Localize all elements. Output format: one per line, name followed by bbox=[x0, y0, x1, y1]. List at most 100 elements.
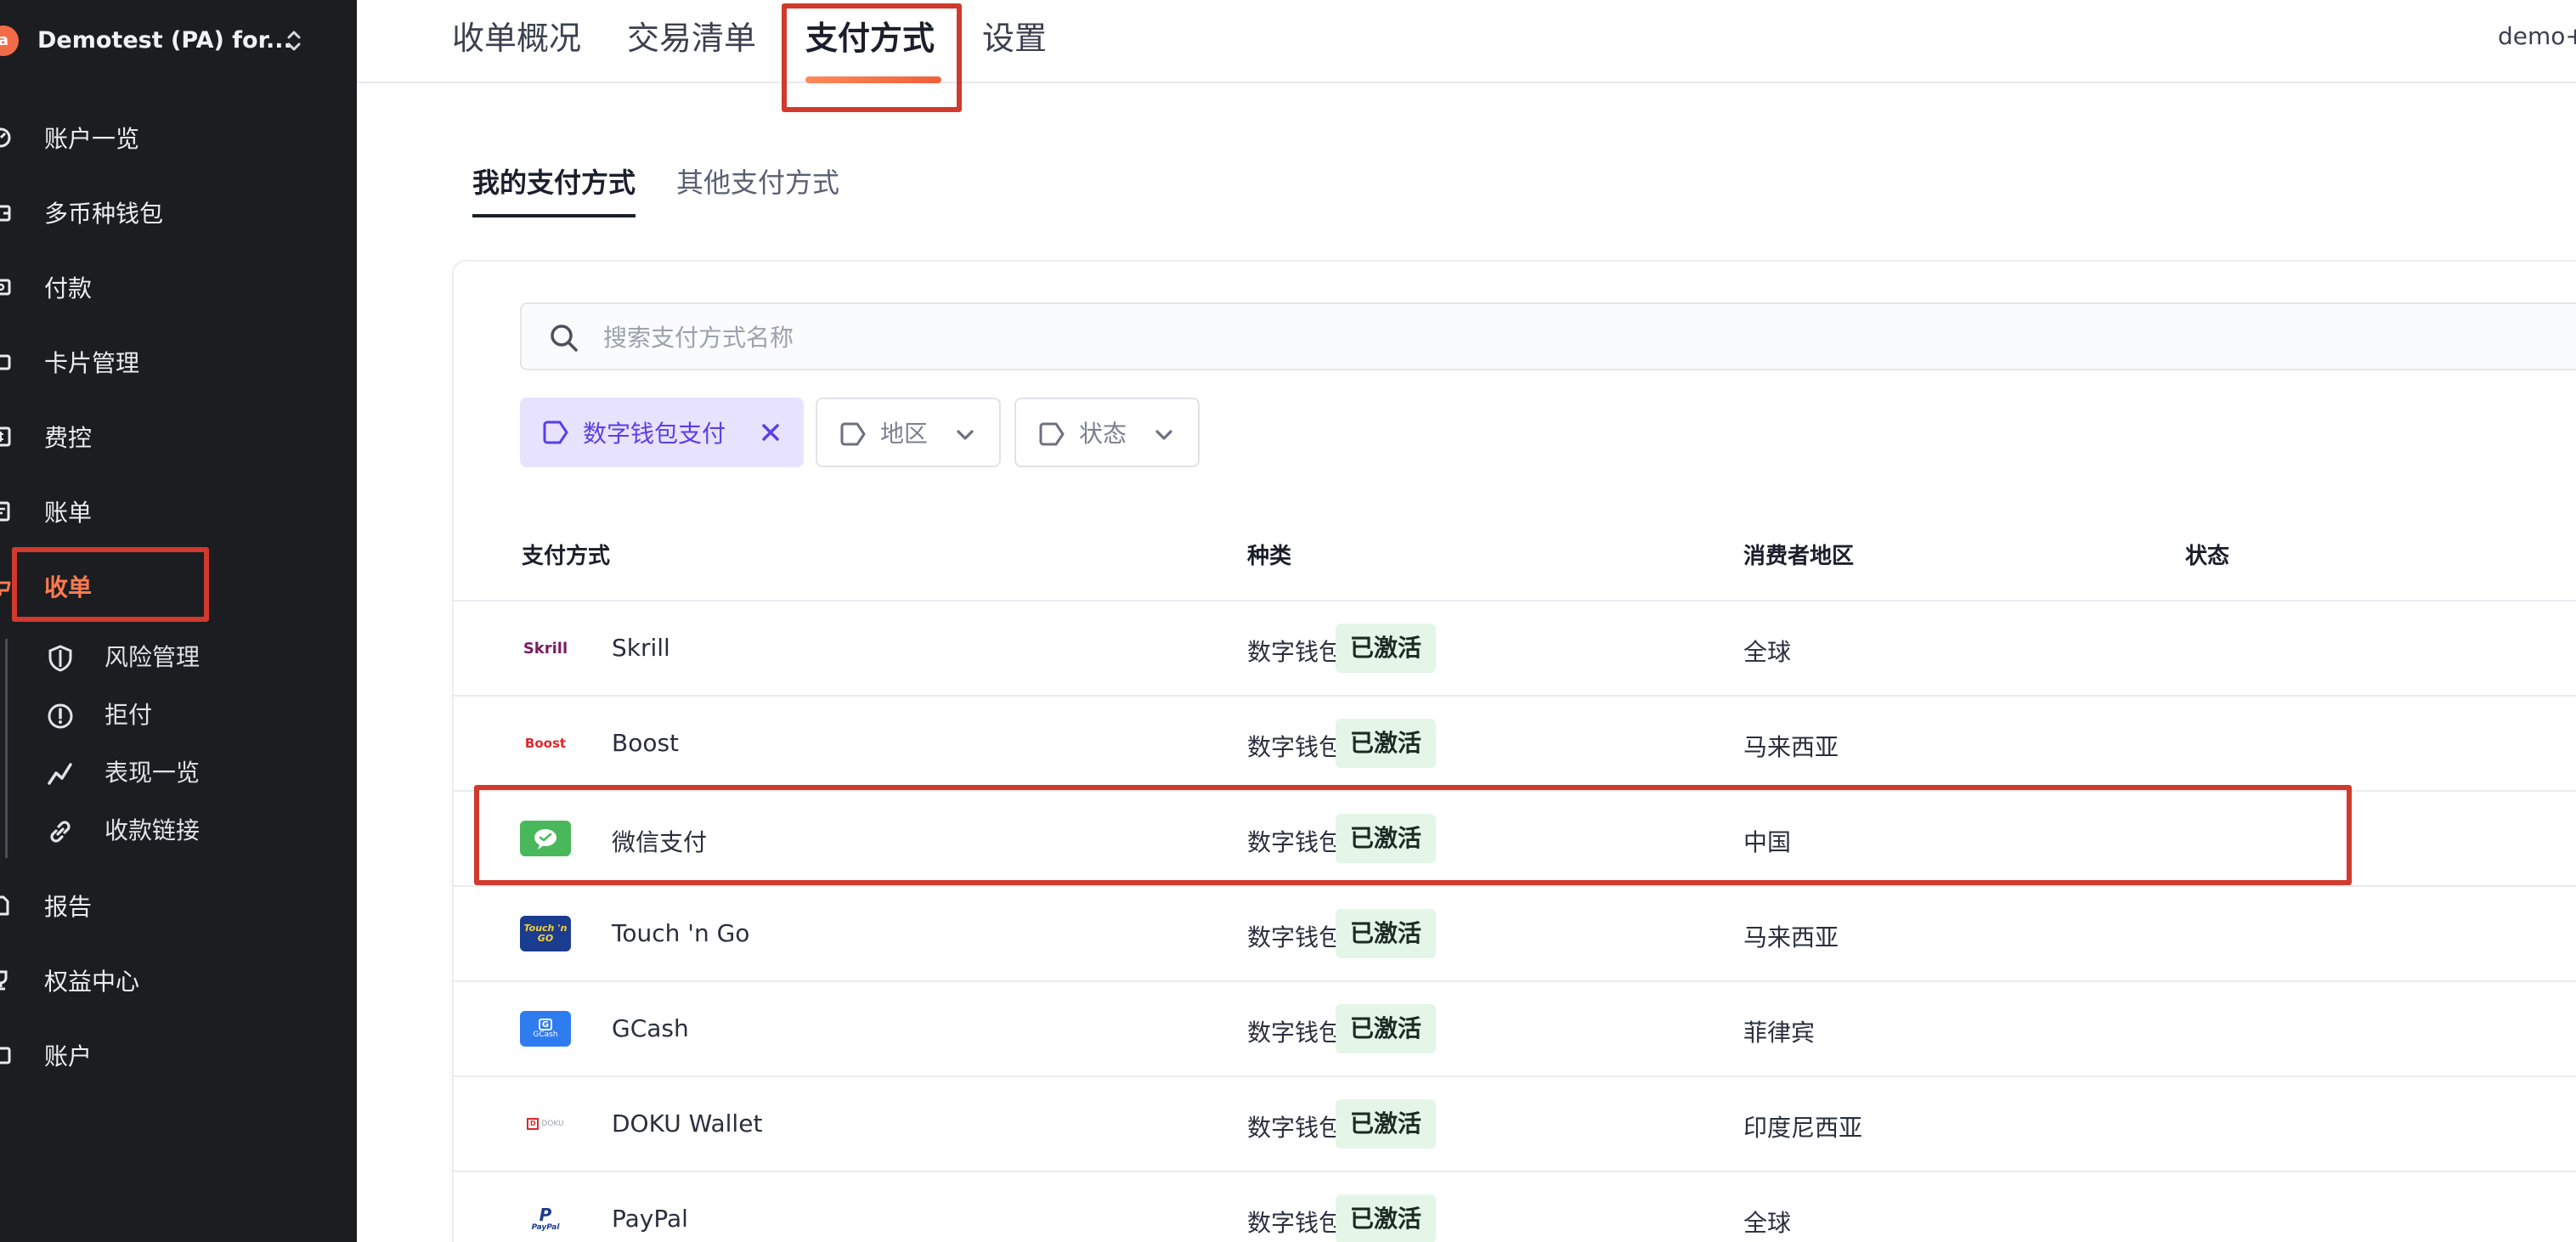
trend-icon bbox=[48, 763, 72, 785]
table-row[interactable]: P PayPal PayPal 数字钱包支付 全球 已激活 bbox=[452, 1171, 2576, 1242]
sidebar-subitem-chargeback[interactable]: 拒付 bbox=[42, 688, 331, 739]
sidebar: a Demotest (PA) for... 账户一览 多币种钱包 付款 卡片管… bbox=[0, 0, 357, 1242]
sidebar-item-wallet[interactable]: 多币种钱包 bbox=[0, 187, 340, 238]
consumer-region: 全球 bbox=[1743, 1209, 1792, 1237]
sidebar-subitem-label: 风险管理 bbox=[105, 643, 201, 671]
table-row[interactable]: Skrill Skrill 数字钱包支付 全球 已激活 bbox=[452, 600, 2576, 695]
filter-chip-label: 数字钱包支付 bbox=[583, 420, 726, 448]
sidebar-item-payout[interactable]: 付款 bbox=[0, 262, 340, 313]
gcash-logo: G GCash bbox=[520, 1011, 571, 1047]
boost-logo: Boost bbox=[520, 725, 571, 761]
org-name: Demotest (PA) for... bbox=[37, 27, 292, 54]
table-row[interactable]: D DOKU DOKU Wallet 数字钱包支付 印度尼西亚 已激活 bbox=[452, 1075, 2576, 1171]
tab-settings[interactable]: 设置 bbox=[982, 12, 1047, 59]
payment-method-name: Touch 'n Go bbox=[612, 919, 750, 947]
tag-icon bbox=[543, 421, 568, 444]
filter-dropdown-region[interactable]: 地区 bbox=[816, 398, 1001, 467]
payout-icon bbox=[0, 279, 11, 296]
alert-circle-icon bbox=[48, 703, 73, 729]
table-row[interactable]: 微信支付 数字钱包支付 中国 已激活 bbox=[452, 790, 2576, 885]
tab-payment-methods[interactable]: 支付方式 bbox=[805, 12, 935, 59]
sidebar-subitem-label: 收款链接 bbox=[105, 816, 201, 844]
paypal-logo: P PayPal bbox=[520, 1201, 571, 1237]
table-row[interactable]: Touch 'n GO Touch 'n Go 数字钱包支付 马来西亚 已激活 bbox=[452, 885, 2576, 980]
subtab-my-payment-methods[interactable]: 我的支付方式 bbox=[472, 161, 636, 200]
search-icon bbox=[551, 325, 578, 352]
tab-acquiring-overview[interactable]: 收单概况 bbox=[452, 12, 581, 59]
status-badge: 已激活 bbox=[1336, 719, 1436, 768]
status-badge: 已激活 bbox=[1336, 1194, 1436, 1242]
consumer-region: 全球 bbox=[1743, 638, 1792, 666]
consumer-region: 马来西亚 bbox=[1743, 923, 1839, 951]
skrill-logo: Skrill bbox=[520, 630, 571, 666]
acquiring-icon bbox=[0, 581, 11, 596]
sidebar-subitem-risk[interactable]: 风险管理 bbox=[42, 630, 331, 681]
status-badge: 已激活 bbox=[1336, 814, 1436, 863]
sidebar-item-label: 账户 bbox=[44, 1042, 93, 1070]
sidebar-item-label: 账单 bbox=[44, 499, 93, 527]
search-bar bbox=[520, 302, 2576, 370]
sidebar-item-dashboard[interactable]: 账户一览 bbox=[0, 112, 340, 163]
column-header-type: 种类 bbox=[1247, 544, 1292, 569]
consumer-region: 马来西亚 bbox=[1743, 733, 1839, 761]
status-badge: 已激活 bbox=[1336, 624, 1436, 673]
sidebar-item-label: 报告 bbox=[44, 893, 93, 921]
wechat-pay-logo bbox=[520, 821, 571, 856]
chevron-down-icon bbox=[1155, 430, 1172, 440]
payment-method-name: PayPal bbox=[612, 1205, 688, 1233]
org-switcher[interactable]: a Demotest (PA) for... bbox=[0, 8, 340, 65]
expense-icon bbox=[0, 426, 11, 447]
bill-icon bbox=[0, 501, 10, 522]
payment-method-name: GCash bbox=[612, 1014, 689, 1042]
table-row[interactable]: Boost Boost 数字钱包支付 马来西亚 已激活 bbox=[452, 695, 2576, 790]
chevron-down-icon bbox=[957, 430, 974, 440]
report-icon bbox=[0, 895, 9, 916]
account-icon bbox=[0, 1047, 11, 1064]
sidebar-item-label: 账户一览 bbox=[44, 125, 140, 153]
sidebar-subitem-label: 表现一览 bbox=[105, 759, 201, 787]
rewards-icon bbox=[0, 970, 8, 991]
sidebar-item-rewards[interactable]: 权益中心 bbox=[0, 955, 340, 1006]
tag-icon bbox=[1039, 422, 1065, 446]
sidebar-item-label: 卡片管理 bbox=[44, 349, 140, 377]
touch-n-go-logo: Touch 'n GO bbox=[520, 916, 571, 951]
active-tab-indicator bbox=[805, 76, 941, 83]
close-icon[interactable] bbox=[758, 420, 783, 445]
tab-transactions[interactable]: 交易清单 bbox=[627, 12, 756, 59]
sidebar-item-label: 收单 bbox=[44, 573, 93, 601]
table-row[interactable]: G GCash GCash 数字钱包支付 菲律宾 已激活 bbox=[452, 980, 2576, 1075]
payment-method-name: Skrill bbox=[612, 634, 670, 662]
shield-icon bbox=[48, 645, 72, 672]
sidebar-item-expense[interactable]: 费控 bbox=[0, 411, 340, 462]
card-icon bbox=[0, 354, 11, 370]
sidebar-subitem-payment-links[interactable]: 收款链接 bbox=[42, 804, 331, 855]
search-input[interactable] bbox=[603, 316, 2302, 358]
sidebar-item-reports[interactable]: 报告 bbox=[0, 880, 340, 931]
column-header-status: 状态 bbox=[2185, 544, 2230, 569]
submenu-rail bbox=[5, 639, 8, 858]
sidebar-item-account[interactable]: 账户 bbox=[0, 1030, 340, 1081]
filter-chip-digital-wallet[interactable]: 数字钱包支付 bbox=[520, 398, 804, 467]
chevron-up-down-icon[interactable] bbox=[284, 29, 304, 53]
consumer-region: 中国 bbox=[1743, 828, 1792, 856]
sidebar-item-cards[interactable]: 卡片管理 bbox=[0, 336, 340, 387]
user-email[interactable]: demo+c bbox=[2498, 22, 2576, 50]
sidebar-subitem-label: 拒付 bbox=[105, 701, 153, 729]
sidebar-item-bills[interactable]: 账单 bbox=[0, 486, 340, 537]
sidebar-item-acquiring[interactable]: 收单 bbox=[0, 561, 340, 612]
payment-method-name: 微信支付 bbox=[612, 828, 708, 856]
sidebar-item-label: 费控 bbox=[44, 424, 93, 452]
payment-method-name: DOKU Wallet bbox=[612, 1109, 763, 1138]
top-navigation: 收单概况 交易清单 支付方式 设置 demo+c bbox=[357, 0, 2576, 83]
column-header-method: 支付方式 bbox=[522, 544, 611, 569]
filter-label: 地区 bbox=[880, 420, 929, 448]
org-logo: a bbox=[0, 25, 19, 56]
subtab-other-payment-methods[interactable]: 其他支付方式 bbox=[676, 161, 839, 200]
sidebar-subitem-performance[interactable]: 表现一览 bbox=[42, 746, 331, 797]
dashboard-icon bbox=[0, 127, 11, 148]
consumer-region: 印度尼西亚 bbox=[1743, 1114, 1863, 1142]
filter-dropdown-status[interactable]: 状态 bbox=[1014, 398, 1200, 467]
active-subtab-indicator bbox=[472, 214, 636, 217]
wechat-bubble-icon bbox=[534, 829, 556, 850]
filter-label: 状态 bbox=[1079, 420, 1127, 448]
